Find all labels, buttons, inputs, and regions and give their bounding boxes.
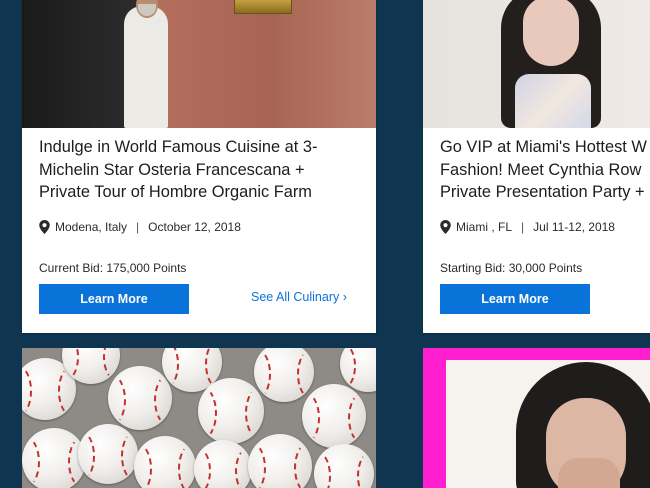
event-location: Miami , FL (456, 220, 513, 234)
auction-card-culinary[interactable]: Indulge in World Famous Cuisine at 3- Mi… (22, 0, 376, 333)
page: Indulge in World Famous Cuisine at 3- Mi… (0, 0, 650, 488)
card-image-model[interactable] (423, 0, 650, 128)
baseball (302, 384, 366, 448)
event-date: October 12, 2018 (148, 220, 241, 234)
card-meta: Modena, Italy | October 12, 2018 (39, 220, 241, 234)
chef-figure (124, 6, 168, 128)
card-image-chef[interactable] (22, 0, 376, 128)
card-title-line: Indulge in World Famous Cuisine at 3- (39, 138, 318, 156)
learn-more-button[interactable]: Learn More (440, 284, 590, 314)
card-title-line: Private Presentation Party + (440, 183, 645, 201)
portrait-photo (446, 360, 650, 488)
event-date: Jul 11-12, 2018 (533, 220, 615, 234)
map-pin-icon (39, 220, 50, 234)
portrait-hands (558, 458, 620, 488)
see-all-culinary-link[interactable]: See All Culinary › (251, 290, 347, 304)
card-title-line: Michelin Star Osteria Francescana + (39, 160, 305, 179)
model-top (515, 74, 591, 128)
card-meta: Miami , FL | Jul 11-12, 2018 (440, 220, 615, 234)
card-title-line: Private Tour of Hombre Organic Farm (39, 183, 312, 201)
meta-divider: | (521, 220, 525, 234)
card-title[interactable]: Indulge in World Famous Cuisine at 3- Mi… (39, 136, 369, 204)
map-pin-icon (440, 220, 451, 234)
card-image-baseballs[interactable] (22, 348, 376, 488)
bid-amount: Current Bid: 175,000 Points (39, 261, 187, 275)
learn-more-button[interactable]: Learn More (39, 284, 189, 314)
auction-card-fashion[interactable]: Go VIP at Miami's Hottest W Fashion! Mee… (423, 0, 650, 333)
model-face (523, 0, 579, 66)
bid-amount: Starting Bid: 30,000 Points (440, 261, 583, 275)
card-title[interactable]: Go VIP at Miami's Hottest W Fashion! Mee… (440, 136, 650, 204)
card-title-line: Go VIP at Miami's Hottest W (440, 138, 647, 156)
event-location: Modena, Italy (55, 220, 128, 234)
baseball (314, 444, 374, 488)
card-title-line: Fashion! Meet Cynthia Row (440, 160, 642, 179)
meta-divider: | (136, 220, 140, 234)
baseball (340, 348, 376, 392)
door-plaque (234, 0, 292, 14)
card-image-portrait[interactable] (423, 348, 650, 488)
